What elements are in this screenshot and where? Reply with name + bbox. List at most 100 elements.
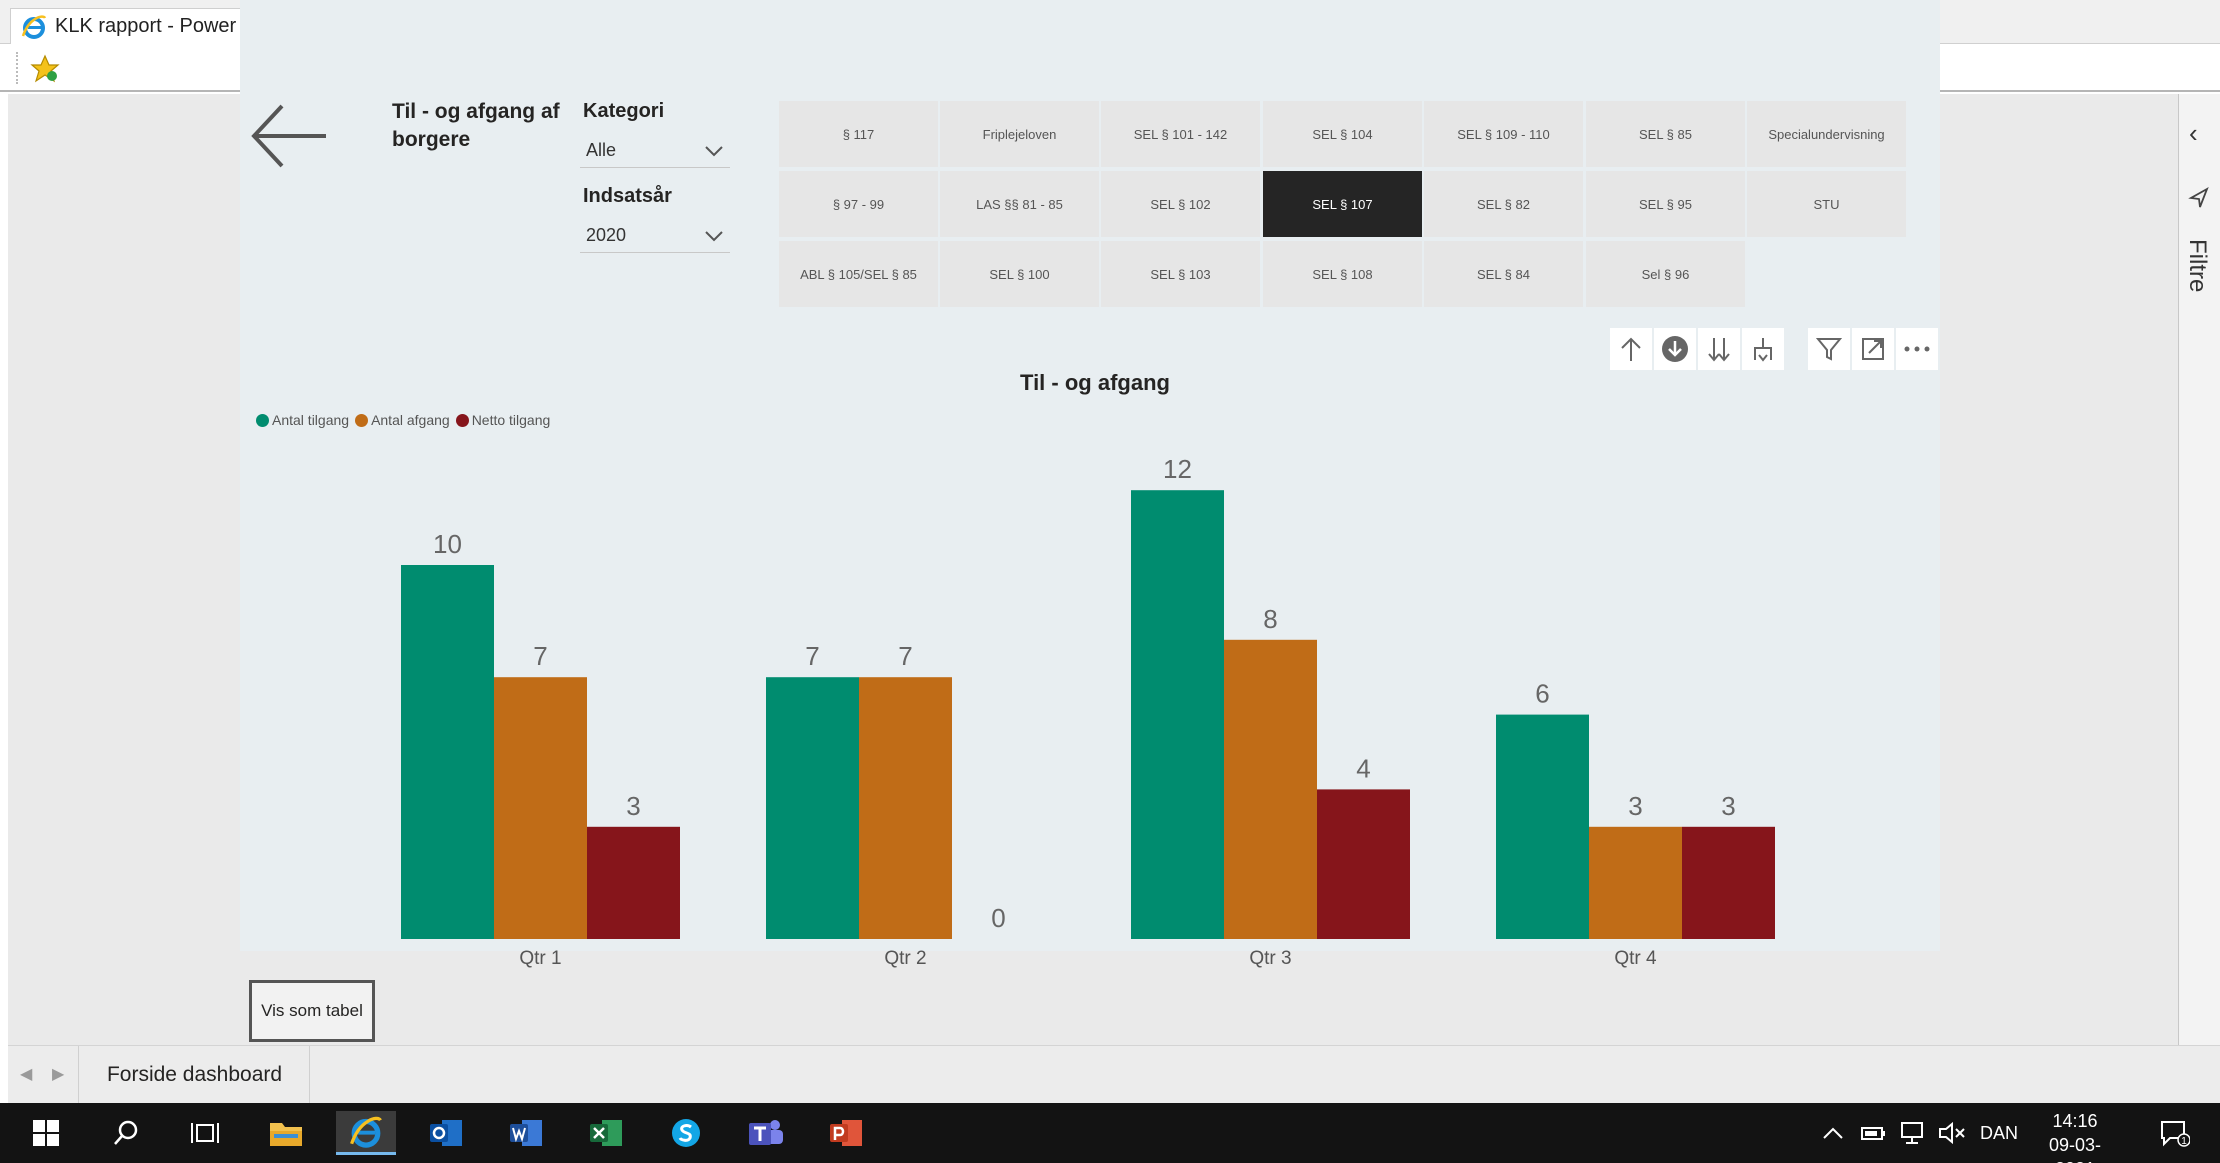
filter-icon xyxy=(1816,338,1842,361)
bar[interactable] xyxy=(859,677,952,939)
tile-button[interactable]: SEL § 85 xyxy=(1586,101,1745,167)
page-tabs-divider xyxy=(78,1046,79,1104)
vis-som-tabel-button[interactable]: Vis som tabel xyxy=(249,980,375,1042)
bar[interactable] xyxy=(494,677,587,939)
filters-pane-collapsed[interactable]: ‹ Filtre xyxy=(2178,94,2220,1045)
bar[interactable] xyxy=(1496,714,1589,939)
excel-button[interactable] xyxy=(576,1111,636,1155)
legend-label: Netto tilgang xyxy=(471,412,551,428)
chevron-down-icon xyxy=(705,145,723,156)
next-page-icon[interactable]: ▶ xyxy=(52,1064,64,1084)
tile-button[interactable]: SEL § 109 - 110 xyxy=(1424,101,1583,167)
legend-swatch xyxy=(355,413,369,427)
task-view-button[interactable] xyxy=(175,1111,235,1155)
bar[interactable] xyxy=(1224,639,1317,939)
teams-icon xyxy=(749,1120,783,1145)
focus-mode-button[interactable] xyxy=(1852,328,1894,370)
data-label: 3 xyxy=(1721,791,1735,821)
file-explorer-button[interactable] xyxy=(256,1111,316,1155)
slicer-dropdown-kategori[interactable]: Alle xyxy=(580,134,730,168)
report-title: Til - og afgang af borgere xyxy=(392,100,560,151)
drill-down-mode-button[interactable] xyxy=(1654,328,1696,370)
previous-page-icon[interactable]: ◀ xyxy=(20,1064,32,1084)
taskbar-clock[interactable]: 14:16 09-03-2021 xyxy=(2030,1109,2120,1163)
legend-swatch xyxy=(455,413,469,427)
tile-button-selected[interactable]: SEL § 107 xyxy=(1263,171,1422,237)
tile-button[interactable]: SEL § 95 xyxy=(1586,171,1745,237)
tile-button[interactable]: SEL § 101 - 142 xyxy=(1101,101,1260,167)
tile-button[interactable]: § 97 - 99 xyxy=(779,171,938,237)
internet-explorer-taskbar-button[interactable] xyxy=(336,1111,396,1155)
powerpoint-button[interactable] xyxy=(816,1111,876,1155)
data-label: 4 xyxy=(1356,753,1370,783)
tile-button[interactable]: ABL § 105/SEL § 85 xyxy=(779,241,938,307)
slicer-dropdown-indsatsaar[interactable]: 2020 xyxy=(580,219,730,253)
tile-button[interactable]: SEL § 82 xyxy=(1424,171,1583,237)
bar[interactable] xyxy=(1317,789,1410,939)
tile-button[interactable]: SEL § 84 xyxy=(1424,241,1583,307)
internet-explorer-icon xyxy=(21,14,47,39)
tile-button[interactable]: Friplejeloven xyxy=(940,101,1099,167)
tile-button[interactable]: LAS §§ 81 - 85 xyxy=(940,171,1099,237)
tile-button[interactable]: SEL § 103 xyxy=(1101,241,1260,307)
expand-next-level-button[interactable] xyxy=(1742,328,1784,370)
notification-icon: 1 xyxy=(2161,1121,2190,1147)
legend-label: Antal tilgang xyxy=(272,412,350,428)
windows-logo-icon xyxy=(33,1120,59,1146)
outlook-button[interactable] xyxy=(416,1111,476,1155)
data-label: 3 xyxy=(1628,791,1642,821)
slicer-label-kategori: Kategori xyxy=(583,100,665,122)
tile-button[interactable]: SEL § 104 xyxy=(1263,101,1422,167)
search-button[interactable] xyxy=(96,1111,156,1155)
data-label: 8 xyxy=(1263,604,1277,634)
data-label: 7 xyxy=(898,641,912,671)
drill-up-button[interactable] xyxy=(1610,328,1652,370)
clock-time: 14:16 xyxy=(2052,1111,2098,1131)
internet-explorer-icon xyxy=(350,1116,382,1148)
bar[interactable] xyxy=(587,826,680,939)
tile-button[interactable]: Specialundervisning xyxy=(1747,101,1906,167)
word-button[interactable] xyxy=(496,1111,556,1155)
chart-title: Til - og afgang xyxy=(1020,370,1170,395)
input-language[interactable]: DAN xyxy=(1980,1103,2018,1163)
tile-button[interactable]: STU xyxy=(1747,171,1906,237)
powerpoint-icon xyxy=(830,1120,862,1146)
bar[interactable] xyxy=(1131,490,1224,939)
more-options-icon xyxy=(1904,346,1930,352)
legend-item[interactable]: Antal afgang xyxy=(355,412,450,428)
visual-header-toolbar xyxy=(1610,328,1938,370)
page-tabs-bar: ◀ ▶ Forside dashboard xyxy=(8,1045,2220,1104)
outlook-icon xyxy=(430,1120,462,1146)
show-hidden-icons[interactable] xyxy=(1822,1103,1844,1163)
tile-button[interactable]: Sel § 96 xyxy=(1586,241,1745,307)
tile-button[interactable]: § 117 xyxy=(779,101,938,167)
chevron-left-icon[interactable]: ‹ xyxy=(2189,118,2198,149)
bar[interactable] xyxy=(1682,826,1775,939)
bar[interactable] xyxy=(1589,826,1682,939)
action-center-button[interactable]: 1 xyxy=(2160,1103,2190,1163)
back-arrow-icon[interactable] xyxy=(250,100,330,172)
legend-item[interactable]: Netto tilgang xyxy=(455,412,551,428)
tile-button[interactable]: SEL § 108 xyxy=(1263,241,1422,307)
tile-button[interactable]: SEL § 100 xyxy=(940,241,1099,307)
bar[interactable] xyxy=(766,677,859,939)
volume-tray-icon[interactable] xyxy=(1938,1103,1966,1163)
page-tab-forside-dashboard[interactable]: Forside dashboard xyxy=(80,1046,310,1104)
x-axis-tick-label: Qtr 1 xyxy=(519,948,561,969)
data-label: 6 xyxy=(1535,679,1549,709)
battery-tray-icon[interactable] xyxy=(1860,1103,1888,1163)
tile-button[interactable]: SEL § 102 xyxy=(1101,171,1260,237)
favorites-star-icon[interactable] xyxy=(30,54,60,84)
legend-item[interactable]: Antal tilgang xyxy=(256,412,349,428)
data-label: 0 xyxy=(991,903,1005,933)
more-options-button[interactable] xyxy=(1896,328,1938,370)
go-to-next-level-button[interactable] xyxy=(1698,328,1740,370)
chart-legend: Antal tilgang Antal afgang Netto tilgang xyxy=(256,412,556,428)
skype-button[interactable] xyxy=(656,1111,716,1155)
teams-button[interactable] xyxy=(736,1111,796,1155)
bar[interactable] xyxy=(401,565,494,939)
filter-button[interactable] xyxy=(1808,328,1850,370)
start-button[interactable] xyxy=(16,1111,76,1155)
windows-taskbar: DAN 14:16 09-03-2021 1 xyxy=(0,1103,2220,1163)
network-tray-icon[interactable] xyxy=(1900,1103,1928,1163)
